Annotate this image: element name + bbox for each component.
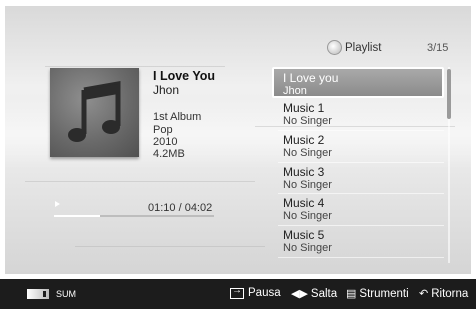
skip-label: Salta bbox=[310, 287, 338, 300]
playlist-item[interactable]: Music 1 No Singer bbox=[278, 99, 444, 131]
track-title: I Love You bbox=[153, 69, 216, 83]
playlist-title: Playlist bbox=[345, 41, 382, 54]
track-artist: Jhon bbox=[153, 83, 180, 97]
playlist-scrollbar[interactable] bbox=[447, 67, 451, 263]
sum-icon bbox=[27, 289, 49, 299]
tools-icon: ▤ bbox=[346, 288, 357, 300]
track-genre: Pop bbox=[153, 124, 173, 136]
playlist-item[interactable]: Music 2 No Singer bbox=[278, 131, 444, 163]
playlist-item-title: Music 3 bbox=[283, 164, 325, 179]
playlist-item-title: I Love you bbox=[283, 71, 339, 85]
skip-button[interactable]: ◀▶ Salta bbox=[291, 287, 338, 301]
return-icon: ↶ bbox=[419, 288, 429, 300]
pause-button[interactable]: Pausa bbox=[230, 285, 281, 299]
progress-fill bbox=[54, 215, 101, 217]
playlist-item[interactable]: Music 3 No Singer bbox=[278, 163, 444, 195]
playlist-item-artist: No Singer bbox=[283, 115, 332, 127]
left-right-arrow-icon: ◀▶ bbox=[291, 288, 308, 300]
playlist-item-artist: No Singer bbox=[283, 178, 332, 191]
progress-bar[interactable] bbox=[54, 215, 214, 217]
playlist-item-artist: Jhon bbox=[283, 85, 307, 97]
track-year: 2010 bbox=[153, 136, 178, 148]
playlist-header: Playlist bbox=[327, 40, 381, 55]
return-button[interactable]: ↶ Ritorna bbox=[419, 287, 469, 301]
enter-icon bbox=[230, 285, 244, 299]
playlist-item-title: Music 5 bbox=[283, 228, 325, 243]
playback-time: 01:10 / 04:02 bbox=[148, 202, 213, 214]
playlist-item-title: Music 2 bbox=[283, 132, 325, 147]
media-player-screen: I Love You Jhon 1st Album Pop 2010 4.2MB… bbox=[0, 0, 476, 309]
tools-button[interactable]: ▤ Strumenti bbox=[346, 287, 409, 301]
playlist-icon bbox=[327, 40, 342, 55]
play-icon bbox=[55, 201, 60, 207]
tools-label: Strumenti bbox=[359, 287, 409, 300]
playlist-list: I Love you Jhon Music 1 No Singer Music … bbox=[272, 67, 444, 258]
track-size: 4.2MB bbox=[153, 148, 185, 160]
return-label: Ritorna bbox=[431, 287, 469, 300]
music-note-icon bbox=[68, 81, 121, 142]
sum-label: SUM bbox=[56, 289, 76, 299]
playlist-item[interactable]: Music 4 No Singer bbox=[278, 194, 444, 227]
album-art bbox=[50, 68, 139, 157]
playlist-item[interactable]: Music 5 No Singer bbox=[278, 226, 444, 258]
playlist-item-title: Music 1 bbox=[283, 101, 325, 115]
playlist-item-artist: No Singer bbox=[283, 146, 332, 159]
playlist-item[interactable]: I Love you Jhon bbox=[272, 67, 444, 98]
pause-label: Pausa bbox=[248, 287, 281, 299]
background-streak bbox=[25, 181, 255, 182]
playlist-item-artist: No Singer bbox=[283, 242, 332, 255]
playlist-counter: 3/15 bbox=[427, 42, 449, 54]
playlist-item-artist: No Singer bbox=[283, 210, 332, 223]
track-album: 1st Album bbox=[153, 111, 202, 123]
bottom-control-bar: SUM Pausa ◀▶ Salta ▤ Strumenti ↶ Ritorna bbox=[0, 279, 476, 309]
scrollbar-thumb[interactable] bbox=[447, 69, 451, 119]
background-streak bbox=[75, 246, 265, 247]
playlist-item-title: Music 4 bbox=[283, 196, 325, 211]
background-streak bbox=[45, 66, 225, 67]
